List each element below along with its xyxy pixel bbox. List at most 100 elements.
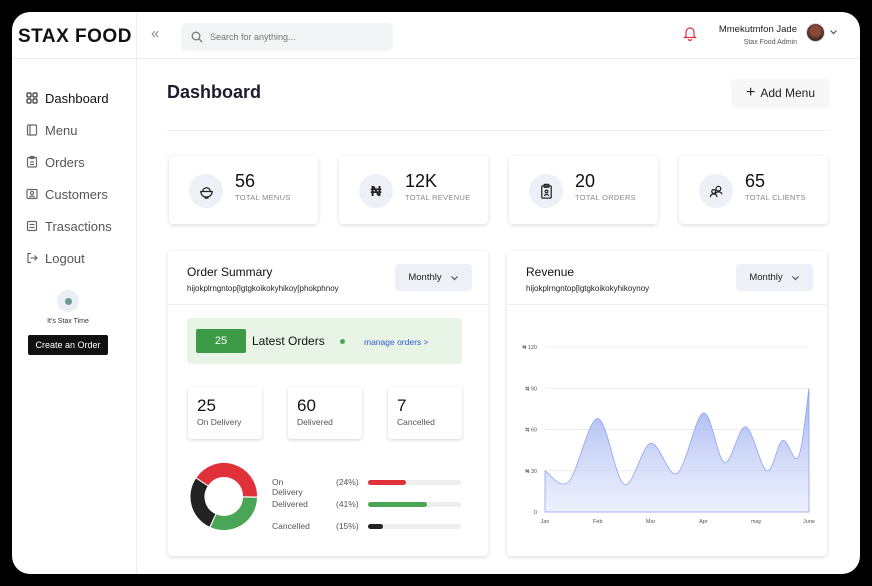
x-tick-label: Apr — [699, 519, 708, 525]
location-pin-icon — [57, 290, 79, 312]
promo-card: It's Stax Time Create an Order — [28, 290, 108, 355]
progress-track — [368, 524, 461, 529]
stat-card-orders: 20 TOTAL ORDERS — [509, 156, 658, 224]
avatar[interactable] — [806, 23, 825, 42]
period-dropdown[interactable]: Monthly — [736, 264, 813, 291]
legend-percent: (41%) — [336, 499, 359, 509]
y-tick-label: ₦ 120 — [522, 345, 537, 351]
legend-label: Cancelled — [272, 521, 310, 531]
divider — [167, 130, 829, 131]
users-icon — [699, 174, 733, 208]
latest-orders-title: Latest Orders — [252, 334, 325, 348]
sidebar-item-dashboard[interactable]: Dashboard — [26, 82, 112, 114]
revenue-area — [544, 388, 810, 513]
stat-value: 12K — [405, 171, 438, 191]
delivered-stat: 60 Delivered — [288, 387, 362, 439]
status-dot — [340, 339, 345, 344]
stat-value: 20 — [575, 171, 596, 191]
search-icon — [191, 31, 203, 43]
stat-label: TOTAL ORDERS — [575, 193, 636, 202]
stat-label: Delivered — [297, 417, 333, 427]
clipboard-icon — [26, 156, 38, 168]
y-tick-label: 0 — [534, 510, 537, 516]
logout-icon — [27, 252, 38, 264]
stat-label: TOTAL MENUS — [235, 193, 291, 202]
receipt-icon — [26, 220, 38, 232]
stat-label: TOTAL REVENUE — [405, 193, 471, 202]
period-dropdown[interactable]: Monthly — [395, 264, 472, 291]
bell-icon[interactable] — [683, 25, 697, 41]
card-title: Order Summary — [187, 265, 273, 279]
dropdown-value: Monthly — [749, 272, 783, 283]
sidebar-item-menu[interactable]: Menu — [26, 114, 112, 146]
latest-orders-count: 25 — [196, 329, 246, 353]
brand-logo: STAX FOOD — [18, 26, 132, 47]
progress-track — [368, 502, 461, 507]
progress-fill — [368, 480, 407, 485]
create-order-button[interactable]: Create an Order — [28, 335, 108, 355]
sidebar-item-label: Dashboard — [45, 90, 109, 106]
add-menu-button[interactable]: + Add Menu — [732, 79, 829, 107]
y-tick-label: ₦ 60 — [525, 428, 537, 434]
book-icon — [26, 124, 38, 136]
sidebar: STAX FOOD Dashboard Menu Orders Customer… — [12, 12, 137, 574]
stat-card-clients: 65 TOTAL CLIENTS — [679, 156, 828, 224]
stat-label: Cancelled — [397, 417, 435, 427]
on-delivery-stat: 25 On Delivery — [188, 387, 262, 439]
stat-card-revenue: ₦ 12K TOTAL REVENUE — [339, 156, 488, 224]
y-tick-label: ₦ 30 — [525, 469, 537, 475]
food-bowl-icon — [189, 174, 223, 208]
donut-segment-cancelled — [190, 478, 216, 527]
promo-text: It's Stax Time — [47, 318, 89, 325]
x-tick-label: Mar — [646, 519, 656, 525]
chevron-down-icon[interactable] — [829, 28, 838, 36]
sidebar-item-transactions[interactable]: Trasactions — [26, 210, 112, 242]
progress-track — [368, 480, 461, 485]
user-info[interactable]: Mmekutmfon Jade Stax Food Admin — [707, 24, 797, 46]
stat-value: 56 — [235, 171, 256, 191]
user-role: Stax Food Admin — [743, 39, 797, 46]
progress-fill — [368, 524, 383, 529]
plus-icon: + — [745, 84, 756, 101]
cancelled-stat: 7 Cancelled — [388, 387, 462, 439]
dropdown-value: Monthly — [408, 272, 442, 283]
x-tick-label: Jan — [541, 519, 550, 525]
manage-orders-link[interactable]: manage orders > — [364, 337, 429, 347]
add-menu-label: Add Menu — [760, 86, 816, 100]
divider — [507, 304, 827, 305]
sidebar-divider — [12, 58, 136, 59]
x-tick-label: Feb — [593, 519, 602, 525]
sidebar-item-label: Trasactions — [45, 218, 112, 234]
stat-card-menus: 56 TOTAL MENUS — [169, 156, 318, 224]
stat-label: On Delivery — [197, 417, 242, 427]
divider — [168, 304, 488, 305]
sidebar-item-label: Menu — [45, 122, 78, 138]
grid-icon — [26, 92, 38, 104]
x-tick-label: June — [803, 519, 815, 525]
legend-percent: (24%) — [336, 477, 359, 487]
sidebar-item-logout[interactable]: Logout — [26, 242, 112, 274]
stat-value: 60 — [297, 396, 316, 415]
donut-segment-on-delivery — [196, 462, 258, 497]
search-input[interactable] — [210, 32, 380, 42]
stat-value: 25 — [197, 396, 216, 415]
top-header: « Mmekutmfon Jade Stax Food Admin — [137, 12, 860, 59]
stat-value: 65 — [745, 171, 766, 191]
legend-label: Delivered — [272, 499, 308, 509]
x-tick-label: may — [751, 519, 762, 525]
latest-orders-banner: 25 Latest Orders manage orders > — [187, 318, 462, 364]
app-window: STAX FOOD Dashboard Menu Orders Customer… — [12, 12, 860, 574]
clipboard-icon — [529, 174, 563, 208]
sidebar-item-orders[interactable]: Orders — [26, 146, 112, 178]
naira-icon: ₦ — [359, 174, 393, 208]
legend-percent: (15%) — [336, 521, 359, 531]
sidebar-item-customers[interactable]: Customers — [26, 178, 112, 210]
id-card-icon — [26, 188, 38, 200]
search-bar[interactable] — [181, 23, 393, 51]
sidebar-item-label: Customers — [45, 186, 108, 202]
collapse-sidebar-icon[interactable]: « — [151, 26, 159, 41]
revenue-chart: 0 ₦ 30 ₦ 60 ₦ 90 ₦ 120 Jan Feb Mar Apr may June — [522, 345, 815, 525]
sidebar-nav: Dashboard Menu Orders Customers Trasacti… — [26, 82, 112, 274]
order-summary-card: Order Summary hijokplrngntop[lgtgkoikoky… — [168, 251, 488, 556]
legend-label: On Delivery — [272, 477, 303, 497]
